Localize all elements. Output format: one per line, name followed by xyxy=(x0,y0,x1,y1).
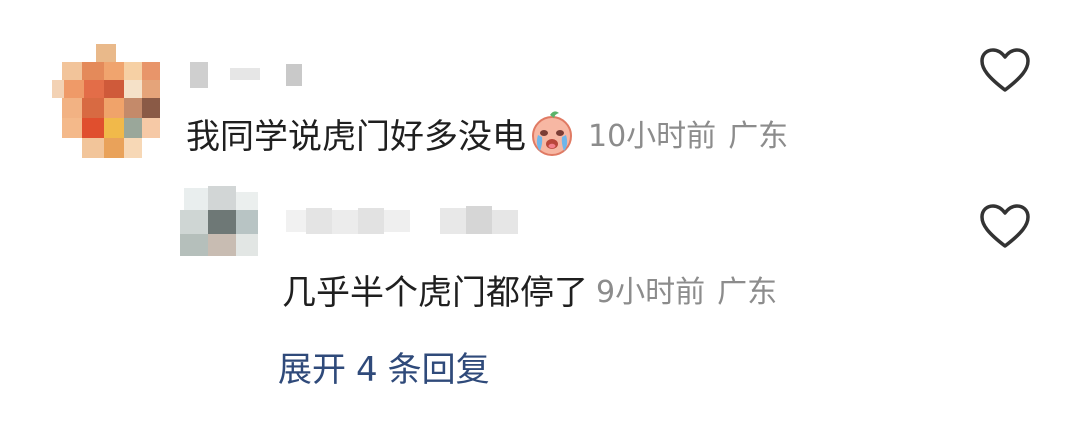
crying-face-emoji-icon xyxy=(528,109,576,157)
heart-outline-icon xyxy=(980,48,1030,92)
comment-location: 广东 xyxy=(728,119,789,154)
expand-label: 展开 xyxy=(278,350,346,390)
reply-like-button[interactable] xyxy=(978,202,1032,250)
comment-meta: 10小时前 广东 xyxy=(588,111,788,155)
username[interactable] xyxy=(190,62,310,88)
comment-text: 我同学说虎门好多没电 xyxy=(186,116,526,157)
reply-avatar[interactable] xyxy=(180,182,260,258)
reply-time: 9小时前 xyxy=(596,275,706,310)
reply-text: 几乎半个虎门都停了 xyxy=(282,272,588,313)
expand-count: 4 xyxy=(356,350,378,390)
like-button[interactable] xyxy=(978,46,1032,94)
avatar[interactable] xyxy=(52,44,160,160)
expand-suffix: 条回复 xyxy=(387,350,490,390)
comment-time: 10小时前 xyxy=(588,119,717,154)
heart-outline-icon xyxy=(980,204,1030,248)
reply-meta: 9小时前 广东 xyxy=(596,267,777,311)
reply-location: 广东 xyxy=(717,275,778,310)
expand-replies-button[interactable]: 展开 4 条回复 xyxy=(278,342,490,391)
reply-username[interactable] xyxy=(286,206,546,236)
comment-text-row: 我同学说虎门好多没电 10小时前 广东 xyxy=(186,108,788,158)
reply-text-row: 几乎半个虎门都停了 9小时前 广东 xyxy=(282,264,777,314)
